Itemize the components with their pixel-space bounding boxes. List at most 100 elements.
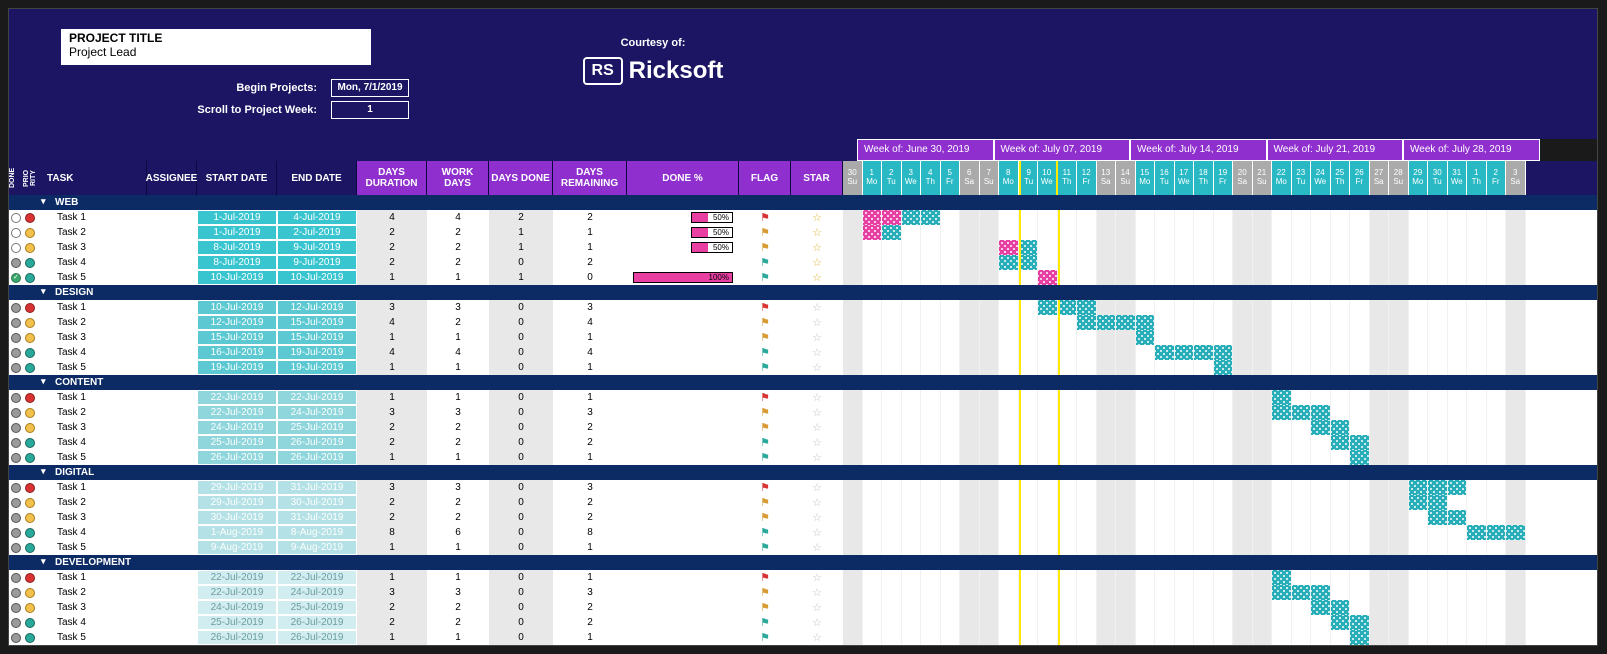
assignee-cell[interactable] — [147, 255, 197, 270]
col-done[interactable]: DONE — [9, 161, 23, 195]
assignee-cell[interactable] — [147, 435, 197, 450]
done-pct-cell[interactable]: 50% — [627, 225, 739, 240]
done-indicator[interactable] — [9, 315, 23, 330]
flag-cell[interactable]: ⚑ — [739, 270, 791, 285]
task-row[interactable]: Task 324-Jul-201925-Jul-20192202⚑☆ — [9, 420, 1597, 435]
priority-indicator[interactable] — [23, 615, 37, 630]
flag-cell[interactable]: ⚑ — [739, 600, 791, 615]
end-date[interactable]: 19-Jul-2019 — [277, 360, 357, 375]
task-row[interactable]: Task 41-Aug-20198-Aug-20198608⚑☆ — [9, 525, 1597, 540]
end-date[interactable]: 31-Jul-2019 — [277, 510, 357, 525]
task-row[interactable]: Task 222-Jul-201924-Jul-20193303⚑☆ — [9, 405, 1597, 420]
flag-cell[interactable]: ⚑ — [739, 510, 791, 525]
section-header[interactable]: CONTENT — [9, 375, 1597, 390]
done-pct-cell[interactable] — [627, 525, 739, 540]
priority-indicator[interactable] — [23, 330, 37, 345]
task-row[interactable]: Task 21-Jul-20192-Jul-2019221150%⚑☆ — [9, 225, 1597, 240]
star-cell[interactable]: ☆ — [791, 240, 843, 255]
assignee-cell[interactable] — [147, 390, 197, 405]
priority-indicator[interactable] — [23, 585, 37, 600]
assignee-cell[interactable] — [147, 615, 197, 630]
section-header[interactable]: DIGITAL — [9, 465, 1597, 480]
start-date[interactable]: 24-Jul-2019 — [197, 600, 277, 615]
done-pct-cell[interactable] — [627, 540, 739, 555]
task-row[interactable]: Task 526-Jul-201926-Jul-20191101⚑☆ — [9, 630, 1597, 645]
section-header[interactable]: WEB — [9, 195, 1597, 210]
assignee-cell[interactable] — [147, 300, 197, 315]
start-date[interactable]: 10-Jul-2019 — [197, 300, 277, 315]
star-cell[interactable]: ☆ — [791, 540, 843, 555]
task-row[interactable]: Task 129-Jul-201931-Jul-20193303⚑☆ — [9, 480, 1597, 495]
assignee-cell[interactable] — [147, 450, 197, 465]
end-date[interactable]: 15-Jul-2019 — [277, 330, 357, 345]
task-row[interactable]: Task 38-Jul-20199-Jul-2019221150%⚑☆ — [9, 240, 1597, 255]
assignee-cell[interactable] — [147, 225, 197, 240]
col-flag[interactable]: FLAG — [739, 161, 791, 195]
flag-cell[interactable]: ⚑ — [739, 495, 791, 510]
done-indicator[interactable] — [9, 510, 23, 525]
done-indicator[interactable] — [9, 540, 23, 555]
assignee-cell[interactable] — [147, 525, 197, 540]
task-name[interactable]: Task 5 — [37, 270, 147, 285]
start-date[interactable]: 9-Aug-2019 — [197, 540, 277, 555]
done-pct-cell[interactable]: 50% — [627, 240, 739, 255]
done-pct-cell[interactable] — [627, 435, 739, 450]
flag-cell[interactable]: ⚑ — [739, 255, 791, 270]
start-date[interactable]: 22-Jul-2019 — [197, 570, 277, 585]
priority-indicator[interactable] — [23, 450, 37, 465]
task-name[interactable]: Task 3 — [37, 240, 147, 255]
flag-cell[interactable]: ⚑ — [739, 585, 791, 600]
task-name[interactable]: Task 2 — [37, 495, 147, 510]
star-cell[interactable]: ☆ — [791, 525, 843, 540]
done-indicator[interactable] — [9, 420, 23, 435]
flag-cell[interactable]: ⚑ — [739, 240, 791, 255]
priority-indicator[interactable] — [23, 225, 37, 240]
priority-indicator[interactable] — [23, 525, 37, 540]
flag-cell[interactable]: ⚑ — [739, 210, 791, 225]
task-row[interactable]: Task 212-Jul-201915-Jul-20194204⚑☆ — [9, 315, 1597, 330]
task-name[interactable]: Task 4 — [37, 435, 147, 450]
start-date[interactable]: 26-Jul-2019 — [197, 630, 277, 645]
priority-indicator[interactable] — [23, 540, 37, 555]
start-date[interactable]: 8-Jul-2019 — [197, 240, 277, 255]
priority-indicator[interactable] — [23, 345, 37, 360]
task-name[interactable]: Task 5 — [37, 630, 147, 645]
done-pct-cell[interactable] — [627, 450, 739, 465]
col-task[interactable]: TASK — [37, 161, 147, 195]
priority-indicator[interactable] — [23, 630, 37, 645]
start-date[interactable]: 1-Jul-2019 — [197, 225, 277, 240]
done-indicator[interactable] — [9, 300, 23, 315]
star-cell[interactable]: ☆ — [791, 390, 843, 405]
end-date[interactable]: 25-Jul-2019 — [277, 600, 357, 615]
priority-indicator[interactable] — [23, 210, 37, 225]
done-pct-cell[interactable] — [627, 615, 739, 630]
star-cell[interactable]: ☆ — [791, 510, 843, 525]
task-row[interactable]: Task 510-Jul-201910-Jul-20191110100%⚑☆ — [9, 270, 1597, 285]
star-cell[interactable]: ☆ — [791, 225, 843, 240]
done-indicator[interactable] — [9, 330, 23, 345]
priority-indicator[interactable] — [23, 495, 37, 510]
start-date[interactable]: 15-Jul-2019 — [197, 330, 277, 345]
assignee-cell[interactable] — [147, 315, 197, 330]
start-date[interactable]: 16-Jul-2019 — [197, 345, 277, 360]
end-date[interactable]: 12-Jul-2019 — [277, 300, 357, 315]
task-name[interactable]: Task 2 — [37, 585, 147, 600]
end-date[interactable]: 2-Jul-2019 — [277, 225, 357, 240]
done-indicator[interactable] — [9, 345, 23, 360]
star-cell[interactable]: ☆ — [791, 315, 843, 330]
flag-cell[interactable]: ⚑ — [739, 615, 791, 630]
task-row[interactable]: Task 59-Aug-20199-Aug-20191101⚑☆ — [9, 540, 1597, 555]
star-cell[interactable]: ☆ — [791, 405, 843, 420]
flag-cell[interactable]: ⚑ — [739, 405, 791, 420]
task-name[interactable]: Task 1 — [37, 210, 147, 225]
task-row[interactable]: Task 122-Jul-201922-Jul-20191101⚑☆ — [9, 570, 1597, 585]
done-indicator[interactable] — [9, 255, 23, 270]
done-pct-cell[interactable] — [627, 405, 739, 420]
start-date[interactable]: 29-Jul-2019 — [197, 495, 277, 510]
start-date[interactable]: 22-Jul-2019 — [197, 390, 277, 405]
done-indicator[interactable] — [9, 600, 23, 615]
start-date[interactable]: 22-Jul-2019 — [197, 585, 277, 600]
star-cell[interactable]: ☆ — [791, 435, 843, 450]
flag-cell[interactable]: ⚑ — [739, 420, 791, 435]
start-date[interactable]: 24-Jul-2019 — [197, 420, 277, 435]
